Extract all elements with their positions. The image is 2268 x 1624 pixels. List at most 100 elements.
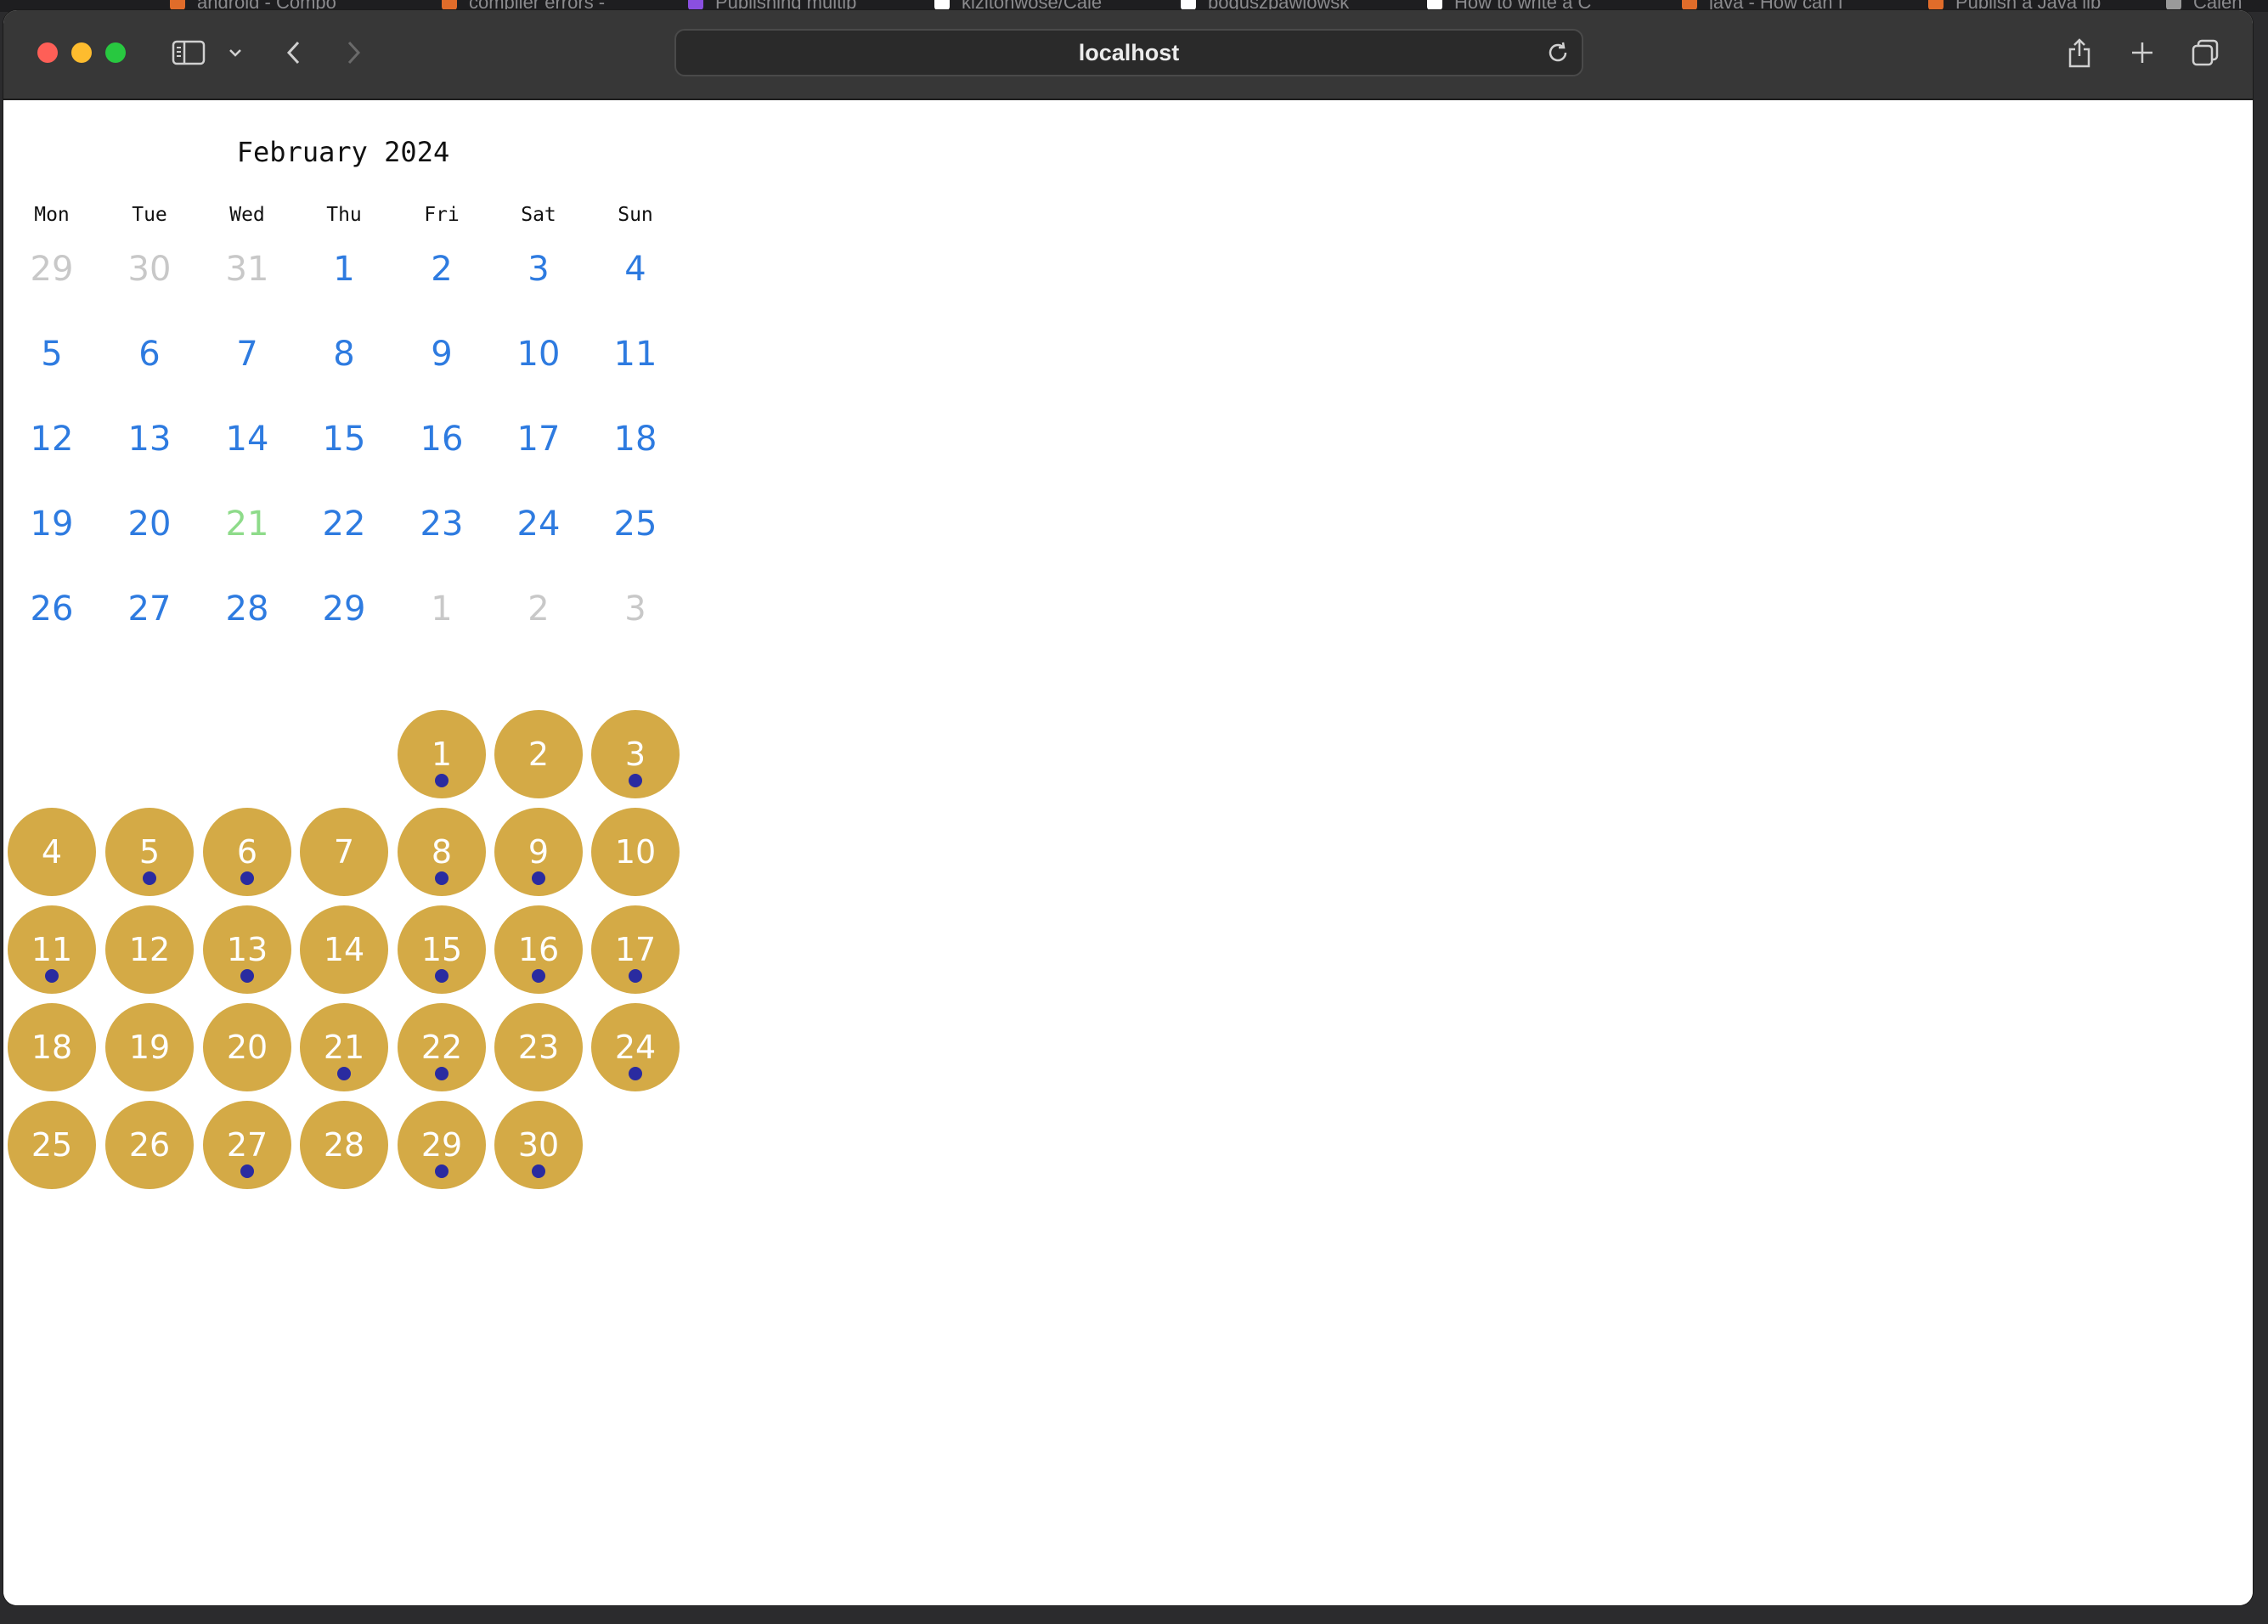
day-bubble[interactable]: 7 <box>300 808 388 896</box>
forward-icon[interactable] <box>336 32 370 73</box>
day-bubble[interactable]: 22 <box>398 1003 486 1091</box>
calendar-day[interactable]: 24 <box>492 505 585 544</box>
event-dot <box>435 1164 449 1178</box>
day-bubble[interactable]: 1 <box>398 710 486 798</box>
calendar-day[interactable]: 10 <box>492 335 585 374</box>
calendar-day[interactable]: 12 <box>5 420 99 459</box>
calendar-day[interactable]: 11 <box>589 335 682 374</box>
calendar-day-today[interactable]: 21 <box>200 505 294 544</box>
background-tab[interactable]: Calen <box>2166 0 2242 12</box>
day-bubble[interactable]: 16 <box>494 905 583 994</box>
day-bubble[interactable]: 25 <box>8 1101 96 1189</box>
calendar-day[interactable]: 22 <box>297 505 391 544</box>
browser-toolbar: localhost <box>3 10 2253 100</box>
day-bubble[interactable]: 24 <box>591 1003 680 1091</box>
calendar-day[interactable]: 1 <box>297 250 391 289</box>
day-bubble[interactable]: 17 <box>591 905 680 994</box>
day-bubble[interactable]: 30 <box>494 1101 583 1189</box>
calendar-day[interactable]: 26 <box>5 589 99 629</box>
minimize-window-button[interactable] <box>71 42 92 63</box>
background-tab[interactable]: Publish a Java lib <box>1928 0 2101 12</box>
day-bubble-number: 20 <box>226 1029 268 1066</box>
calendar-day[interactable]: 3 <box>492 250 585 289</box>
calendar-day[interactable]: 2 <box>395 250 488 289</box>
event-dot <box>435 1067 449 1080</box>
calendar-day[interactable]: 29 <box>297 589 391 629</box>
day-bubble[interactable]: 20 <box>203 1003 291 1091</box>
day-bubble[interactable]: 11 <box>8 905 96 994</box>
calendar-day[interactable]: 25 <box>589 505 682 544</box>
weekday-label: Sun <box>618 204 653 226</box>
calendar-day[interactable]: 28 <box>200 589 294 629</box>
day-bubble[interactable]: 5 <box>105 808 194 896</box>
event-dot <box>240 969 254 983</box>
background-tab[interactable]: kizitonwose/Cale <box>934 0 1102 12</box>
calendar-day[interactable]: 13 <box>103 420 196 459</box>
background-tab[interactable]: Publishing multip <box>688 0 856 12</box>
calendar-day[interactable]: 4 <box>589 250 682 289</box>
day-bubble[interactable]: 15 <box>398 905 486 994</box>
calendar-day[interactable]: 14 <box>200 420 294 459</box>
calendar-day[interactable]: 19 <box>5 505 99 544</box>
day-bubble[interactable]: 19 <box>105 1003 194 1091</box>
day-bubble[interactable]: 10 <box>591 808 680 896</box>
zoom-window-button[interactable] <box>105 42 126 63</box>
day-bubble[interactable]: 2 <box>494 710 583 798</box>
calendar-day[interactable]: 30 <box>103 250 196 289</box>
day-bubble[interactable]: 26 <box>105 1101 194 1189</box>
close-window-button[interactable] <box>37 42 58 63</box>
day-bubble[interactable]: 18 <box>8 1003 96 1091</box>
background-tab[interactable]: boguszpawlowsk <box>1181 0 1349 12</box>
calendar-day[interactable]: 2 <box>492 589 585 629</box>
calendar-day[interactable]: 3 <box>589 589 682 629</box>
background-tab[interactable]: How to write a C <box>1427 0 1591 12</box>
day-bubble[interactable]: 29 <box>398 1101 486 1189</box>
weekday-label: Sat <box>521 204 556 226</box>
chevron-down-icon[interactable] <box>223 32 248 73</box>
calendar-day[interactable]: 6 <box>103 335 196 374</box>
day-bubble[interactable]: 13 <box>203 905 291 994</box>
day-bubble[interactable]: 27 <box>203 1101 291 1189</box>
day-bubble[interactable]: 8 <box>398 808 486 896</box>
calendar-day[interactable]: 1 <box>395 589 488 629</box>
day-bubble-number: 12 <box>128 931 171 968</box>
calendar-day[interactable]: 15 <box>297 420 391 459</box>
day-bubble[interactable]: 4 <box>8 808 96 896</box>
calendar-day[interactable]: 5 <box>5 335 99 374</box>
address-text[interactable]: localhost <box>676 31 1582 75</box>
plus-icon[interactable] <box>2125 32 2159 73</box>
tab-overview-icon[interactable] <box>2188 32 2222 73</box>
day-bubble[interactable]: 14 <box>300 905 388 994</box>
calendar-day[interactable]: 27 <box>103 589 196 629</box>
browser-window: localhost February 2024 Mon Tue Wed Thu Fri S… <box>3 10 2253 1605</box>
calendar-day[interactable]: 9 <box>395 335 488 374</box>
day-bubble[interactable]: 6 <box>203 808 291 896</box>
calendar-day[interactable]: 29 <box>5 250 99 289</box>
day-bubble[interactable]: 12 <box>105 905 194 994</box>
calendar-day[interactable]: 7 <box>200 335 294 374</box>
back-icon[interactable] <box>277 32 311 73</box>
calendar-day[interactable]: 17 <box>492 420 585 459</box>
share-icon[interactable] <box>2062 32 2096 73</box>
day-bubble[interactable]: 23 <box>494 1003 583 1091</box>
day-bubble[interactable]: 21 <box>300 1003 388 1091</box>
calendar-day[interactable]: 31 <box>200 250 294 289</box>
sidebar-icon[interactable] <box>166 32 211 73</box>
day-bubble-number: 14 <box>323 931 365 968</box>
calendar-day[interactable]: 16 <box>395 420 488 459</box>
background-tab[interactable]: java - How can I <box>1682 0 1843 12</box>
reload-icon[interactable] <box>1544 39 1571 66</box>
background-tab[interactable]: compiler errors - <box>442 0 605 12</box>
day-bubble[interactable]: 28 <box>300 1101 388 1189</box>
calendar-day[interactable]: 23 <box>395 505 488 544</box>
day-bubble[interactable]: 3 <box>591 710 680 798</box>
tab-favicon-icon <box>688 0 703 11</box>
weekday-label: Thu <box>326 204 362 226</box>
background-tab[interactable]: android - Compo <box>170 0 336 12</box>
calendar-day[interactable]: 8 <box>297 335 391 374</box>
day-bubble[interactable]: 9 <box>494 808 583 896</box>
calendar-day[interactable]: 20 <box>103 505 196 544</box>
address-bar[interactable]: localhost <box>674 29 1583 76</box>
day-bubble-number: 10 <box>614 833 657 871</box>
calendar-day[interactable]: 18 <box>589 420 682 459</box>
